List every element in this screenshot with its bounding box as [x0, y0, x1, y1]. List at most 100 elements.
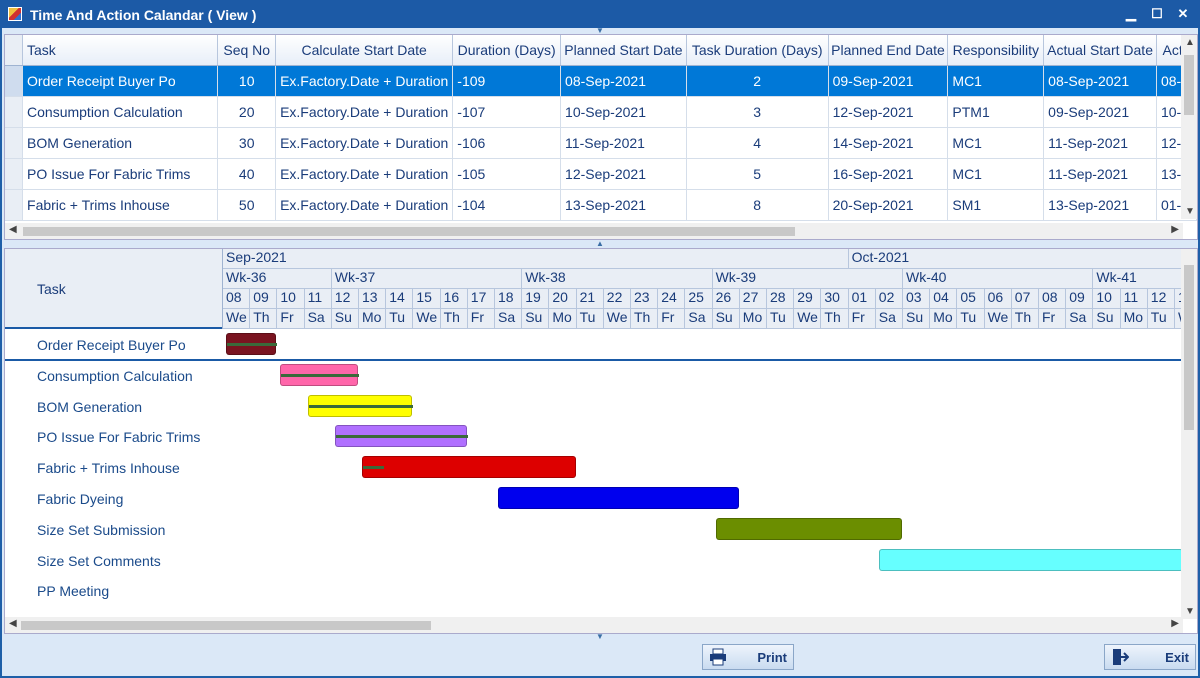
gantt-task-label[interactable]: Size Set Submission: [37, 522, 165, 538]
gantt-bar[interactable]: [498, 487, 739, 509]
table-cell[interactable]: Ex.Factory.Date + Duration: [275, 127, 454, 159]
table-cell[interactable]: PO Issue For Fabric Trims: [22, 158, 219, 190]
row-header[interactable]: [5, 96, 24, 128]
table-cell[interactable]: 50: [217, 189, 277, 221]
table-cell[interactable]: 40: [217, 158, 277, 190]
row-header[interactable]: [5, 127, 24, 159]
gantt-task-label[interactable]: Order Receipt Buyer Po: [37, 337, 186, 353]
table-cell[interactable]: 13-Sep-2021: [560, 189, 687, 221]
table-row[interactable]: Order Receipt Buyer Po 10 Ex.Factory.Date …: [5, 65, 1197, 97]
column-header[interactable]: Responsibility: [947, 35, 1045, 66]
gantt-task-label[interactable]: PO Issue For Fabric Trims: [37, 429, 200, 445]
table-cell[interactable]: 20: [217, 96, 277, 128]
table-cell[interactable]: 5: [686, 158, 829, 190]
table-cell[interactable]: 09-Sep-2021: [828, 65, 949, 97]
print-button[interactable]: Print: [702, 644, 794, 670]
chevron-down-icon[interactable]: ▼: [593, 633, 607, 641]
gantt-task-label[interactable]: Consumption Calculation: [37, 368, 193, 384]
column-header[interactable]: Planned End Date: [828, 35, 949, 66]
middle-splitter[interactable]: ▲: [2, 240, 1198, 248]
table-cell[interactable]: 30: [217, 127, 277, 159]
column-header[interactable]: Task Duration (Days): [686, 35, 829, 66]
exit-button[interactable]: Exit: [1104, 644, 1196, 670]
column-header[interactable]: Duration (Days): [452, 35, 562, 66]
table-cell[interactable]: 10-Sep-2021: [560, 96, 687, 128]
table-cell[interactable]: 3: [686, 96, 829, 128]
table-row[interactable]: BOM Generation 30 Ex.Factory.Date + Durati…: [5, 127, 1197, 159]
table-cell[interactable]: Ex.Factory.Date + Duration: [275, 65, 454, 97]
gantt-bar[interactable]: [280, 363, 359, 386]
table-cell[interactable]: 13-Sep-2021: [1043, 189, 1157, 221]
table-cell[interactable]: Ex.Factory.Date + Duration: [275, 96, 454, 128]
gantt-bar[interactable]: [362, 456, 576, 479]
week-header: Wk-38: [522, 269, 713, 289]
table-cell[interactable]: 2: [686, 65, 829, 97]
table-cell[interactable]: -109: [452, 65, 562, 97]
table-cell[interactable]: Order Receipt Buyer Po: [22, 65, 219, 97]
row-header[interactable]: [5, 158, 24, 190]
column-header[interactable]: Seq No: [217, 35, 277, 66]
gantt-chart[interactable]: Task Sep-2021 Oct-2021 Wk-36 Wk-37 Wk-38 Wk-3…: [4, 248, 1198, 634]
table-cell[interactable]: 09-Sep-2021: [1043, 96, 1157, 128]
gantt-task-label[interactable]: PP Meeting: [37, 583, 109, 599]
table-cell[interactable]: 11-Sep-2021: [1043, 158, 1157, 190]
table-cell[interactable]: Ex.Factory.Date + Duration: [275, 158, 454, 190]
table-cell[interactable]: 8: [686, 189, 829, 221]
table-cell[interactable]: 4: [686, 127, 829, 159]
column-header[interactable]: Task: [22, 35, 219, 66]
chevron-up-icon[interactable]: ▲: [593, 240, 607, 248]
row-header[interactable]: [5, 65, 24, 97]
grid-horizontal-scrollbar[interactable]: ◀ ▶: [5, 223, 1183, 239]
table-cell[interactable]: 12-Sep-2021: [560, 158, 687, 190]
gantt-horizontal-scrollbar[interactable]: ◀ ▶: [5, 617, 1183, 633]
table-cell[interactable]: -104: [452, 189, 562, 221]
gantt-task-label[interactable]: Fabric Dyeing: [37, 491, 123, 507]
row-header[interactable]: [5, 189, 24, 221]
gantt-bar[interactable]: [715, 517, 902, 540]
gantt-task-label[interactable]: Fabric + Trims Inhouse: [37, 460, 180, 476]
maximize-button[interactable]: ☐: [1146, 4, 1168, 24]
table-cell[interactable]: PTM1: [947, 96, 1045, 128]
day-header: 03: [903, 289, 931, 309]
table-cell[interactable]: Consumption Calculation: [22, 96, 219, 128]
table-cell[interactable]: 16-Sep-2021: [828, 158, 949, 190]
table-cell[interactable]: 08-Sep-2021: [560, 65, 687, 97]
table-cell[interactable]: 10: [217, 65, 277, 97]
gantt-bar[interactable]: [226, 333, 278, 355]
minimize-button[interactable]: ▁: [1120, 4, 1142, 24]
column-header[interactable]: Planned Start Date: [560, 35, 687, 66]
table-cell[interactable]: -105: [452, 158, 562, 190]
gantt-bar[interactable]: [878, 548, 1183, 571]
table-cell[interactable]: SM1: [947, 189, 1045, 221]
table-cell[interactable]: -106: [452, 127, 562, 159]
column-header[interactable]: Actual Start Date: [1043, 35, 1157, 66]
gantt-bar[interactable]: [307, 394, 414, 417]
table-row[interactable]: Consumption Calculation 20 Ex.Factory.Date…: [5, 96, 1197, 128]
gantt-task-label[interactable]: Size Set Comments: [37, 553, 161, 569]
table-cell[interactable]: MC1: [947, 127, 1045, 159]
gantt-task-label[interactable]: BOM Generation: [37, 399, 142, 415]
grid-vertical-scrollbar[interactable]: ▲ ▼: [1181, 35, 1197, 219]
gantt-bar[interactable]: [334, 425, 468, 448]
table-row[interactable]: PO Issue For Fabric Trims 40 Ex.Factory.Da…: [5, 158, 1197, 190]
table-cell[interactable]: MC1: [947, 158, 1045, 190]
table-cell[interactable]: MC1: [947, 65, 1045, 97]
table-row[interactable]: Fabric + Trims Inhouse 50 Ex.Factory.Date …: [5, 189, 1197, 221]
gantt-vertical-scrollbar[interactable]: ▼: [1181, 249, 1197, 619]
table-cell[interactable]: 08-Sep-2021: [1043, 65, 1157, 97]
day-header: 13: [359, 289, 387, 309]
bottom-splitter[interactable]: ▼: [2, 633, 1198, 642]
day-header: 19: [522, 289, 550, 309]
table-cell[interactable]: BOM Generation: [22, 127, 219, 159]
table-cell[interactable]: 12-Sep-2021: [828, 96, 949, 128]
task-grid[interactable]: Task Seq No Calculate Start Date Duration (…: [4, 34, 1198, 240]
table-cell[interactable]: 20-Sep-2021: [828, 189, 949, 221]
table-cell[interactable]: Fabric + Trims Inhouse: [22, 189, 219, 221]
close-button[interactable]: ✕: [1172, 4, 1194, 24]
table-cell[interactable]: 11-Sep-2021: [560, 127, 687, 159]
table-cell[interactable]: 14-Sep-2021: [828, 127, 949, 159]
table-cell[interactable]: -107: [452, 96, 562, 128]
table-cell[interactable]: 11-Sep-2021: [1043, 127, 1157, 159]
column-header[interactable]: Calculate Start Date: [275, 35, 454, 66]
table-cell[interactable]: Ex.Factory.Date + Duration: [275, 189, 454, 221]
